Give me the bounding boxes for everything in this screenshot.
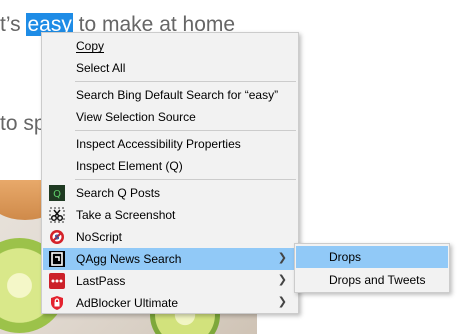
submenu-item-drops-and-tweets[interactable]: Drops and Tweets <box>296 269 448 291</box>
menu-item-copy[interactable]: Copy <box>43 35 297 57</box>
qagg-submenu: Drops Drops and Tweets <box>294 243 450 293</box>
menu-separator <box>75 81 296 82</box>
chevron-right-icon: ❯ <box>277 252 287 264</box>
context-menu: Copy Select All Search Bing Default Sear… <box>41 32 299 314</box>
menu-item-label: LastPass <box>76 274 126 288</box>
menu-item-label: QAgg News Search <box>76 252 182 266</box>
text-before: t’s <box>0 13 27 36</box>
menu-separator <box>75 130 296 131</box>
menu-separator <box>75 179 296 180</box>
menu-item-view-selection-source[interactable]: View Selection Source <box>43 106 297 128</box>
q-posts-icon: Q <box>49 185 65 201</box>
menu-item-label: Take a Screenshot <box>76 208 176 222</box>
chevron-right-icon: ❯ <box>277 296 287 308</box>
menu-item-select-all[interactable]: Select All <box>43 57 297 79</box>
qagg-icon <box>49 251 65 267</box>
menu-item-noscript[interactable]: S NoScript <box>43 226 297 248</box>
menu-item-label: Copy <box>76 39 105 53</box>
submenu-item-drops[interactable]: Drops <box>296 246 448 268</box>
submenu-item-label: Drops <box>329 250 362 264</box>
menu-item-adblocker-ultimate[interactable]: AdBlocker Ultimate ❯ <box>43 292 297 314</box>
scissors-icon <box>49 207 65 223</box>
menu-item-label: AdBlocker Ultimate <box>76 296 179 310</box>
menu-item-label: Select All <box>76 61 126 75</box>
submenu-item-label: Drops and Tweets <box>329 273 426 287</box>
menu-item-label: NoScript <box>76 230 123 244</box>
menu-item-label: Inspect Accessibility Properties <box>76 137 241 151</box>
svg-text:S: S <box>54 234 59 242</box>
menu-item-label: Inspect Element (Q) <box>76 159 183 173</box>
menu-item-inspect-accessibility[interactable]: Inspect Accessibility Properties <box>43 133 297 155</box>
menu-item-search-q-posts[interactable]: Q Search Q Posts <box>43 182 297 204</box>
lastpass-icon <box>49 273 65 289</box>
svg-text:Q: Q <box>53 189 61 200</box>
chevron-right-icon: ❯ <box>277 274 287 286</box>
menu-item-search-bing[interactable]: Search Bing Default Search for “easy” <box>43 84 297 106</box>
menu-item-lastpass[interactable]: LastPass ❯ <box>43 270 297 292</box>
menu-item-label: View Selection Source <box>76 110 196 124</box>
menu-item-inspect-element[interactable]: Inspect Element (Q) <box>43 155 297 177</box>
menu-item-label: Search Bing Default Search for “easy” <box>76 88 279 102</box>
noscript-icon: S <box>49 229 65 245</box>
menu-item-take-screenshot[interactable]: Take a Screenshot <box>43 204 297 226</box>
menu-item-qagg-news-search[interactable]: QAgg News Search ❯ <box>43 248 297 270</box>
adblocker-icon <box>49 295 65 311</box>
menu-item-label: Search Q Posts <box>76 186 161 200</box>
